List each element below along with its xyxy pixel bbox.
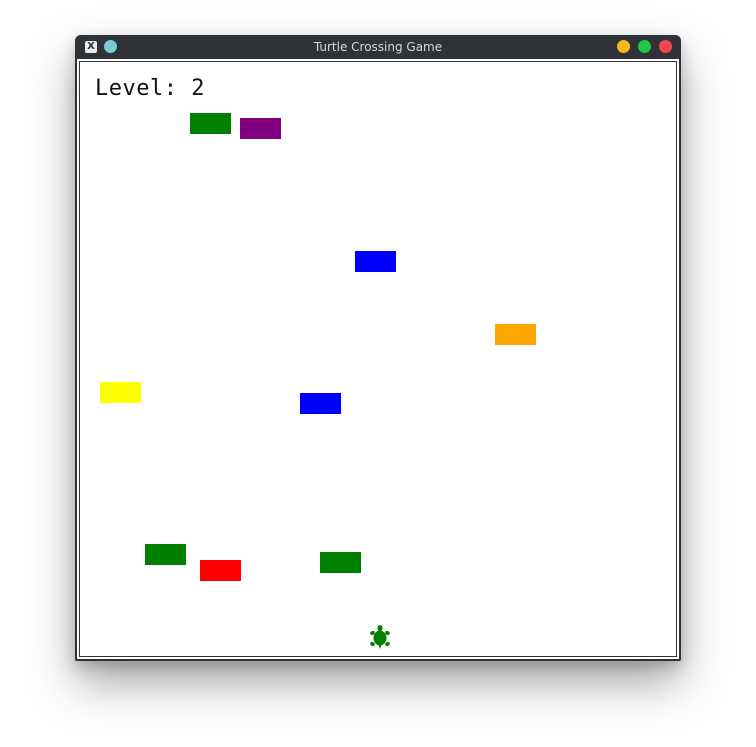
maximize-button[interactable] [638, 40, 651, 53]
car [100, 382, 141, 403]
car [355, 251, 396, 272]
game-canvas[interactable]: Level: 2 [79, 61, 677, 657]
close-button[interactable] [659, 40, 672, 53]
car [320, 552, 361, 573]
game-window: X Turtle Crossing Game Level: 2 [75, 35, 681, 661]
window-title: Turtle Crossing Game [313, 40, 443, 54]
title-bar[interactable]: X Turtle Crossing Game [75, 35, 681, 59]
canvas-frame: Level: 2 [77, 59, 679, 659]
car [300, 393, 341, 414]
minimize-button[interactable] [617, 40, 630, 53]
car [200, 560, 241, 581]
car [495, 324, 536, 345]
turtle-icon [370, 625, 390, 649]
car [145, 544, 186, 565]
car [190, 113, 231, 134]
car [240, 118, 281, 139]
level-counter: Level: 2 [95, 76, 205, 101]
